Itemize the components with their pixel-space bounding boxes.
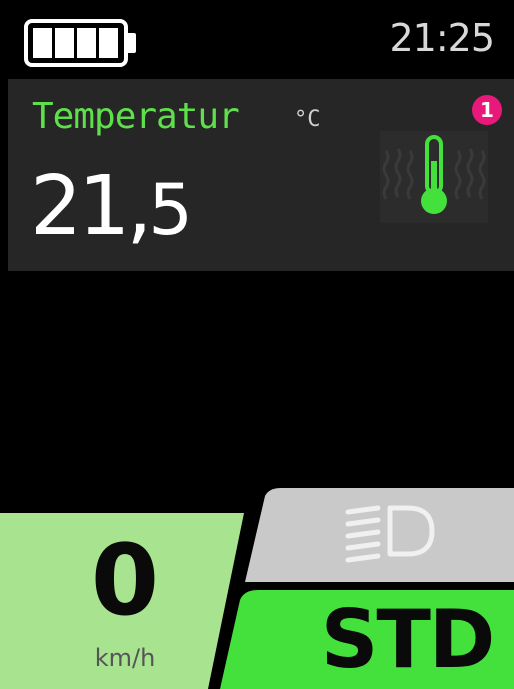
temperature-value: 21,5 bbox=[30, 159, 193, 254]
notification-badge: 1 bbox=[472, 95, 502, 125]
temperature-card[interactable]: Temperatur °C 21,5 1 bbox=[8, 79, 514, 271]
status-bar: 21:25 bbox=[0, 0, 514, 78]
clock-time: 21:25 bbox=[389, 16, 495, 60]
temperature-unit: °C bbox=[294, 107, 321, 132]
headlight-icon bbox=[340, 496, 440, 566]
temperature-value-dec: 5 bbox=[148, 169, 193, 251]
thermometer-icon bbox=[376, 131, 492, 223]
display-screen: 21:25 Temperatur °C 21,5 1 0 km/h STD bbox=[0, 0, 514, 689]
temperature-value-sep: , bbox=[126, 159, 152, 254]
mode-label: STD bbox=[320, 593, 496, 686]
battery-full-icon bbox=[24, 19, 138, 67]
temperature-value-int: 21 bbox=[30, 159, 130, 254]
temperature-title: Temperatur bbox=[32, 96, 240, 137]
